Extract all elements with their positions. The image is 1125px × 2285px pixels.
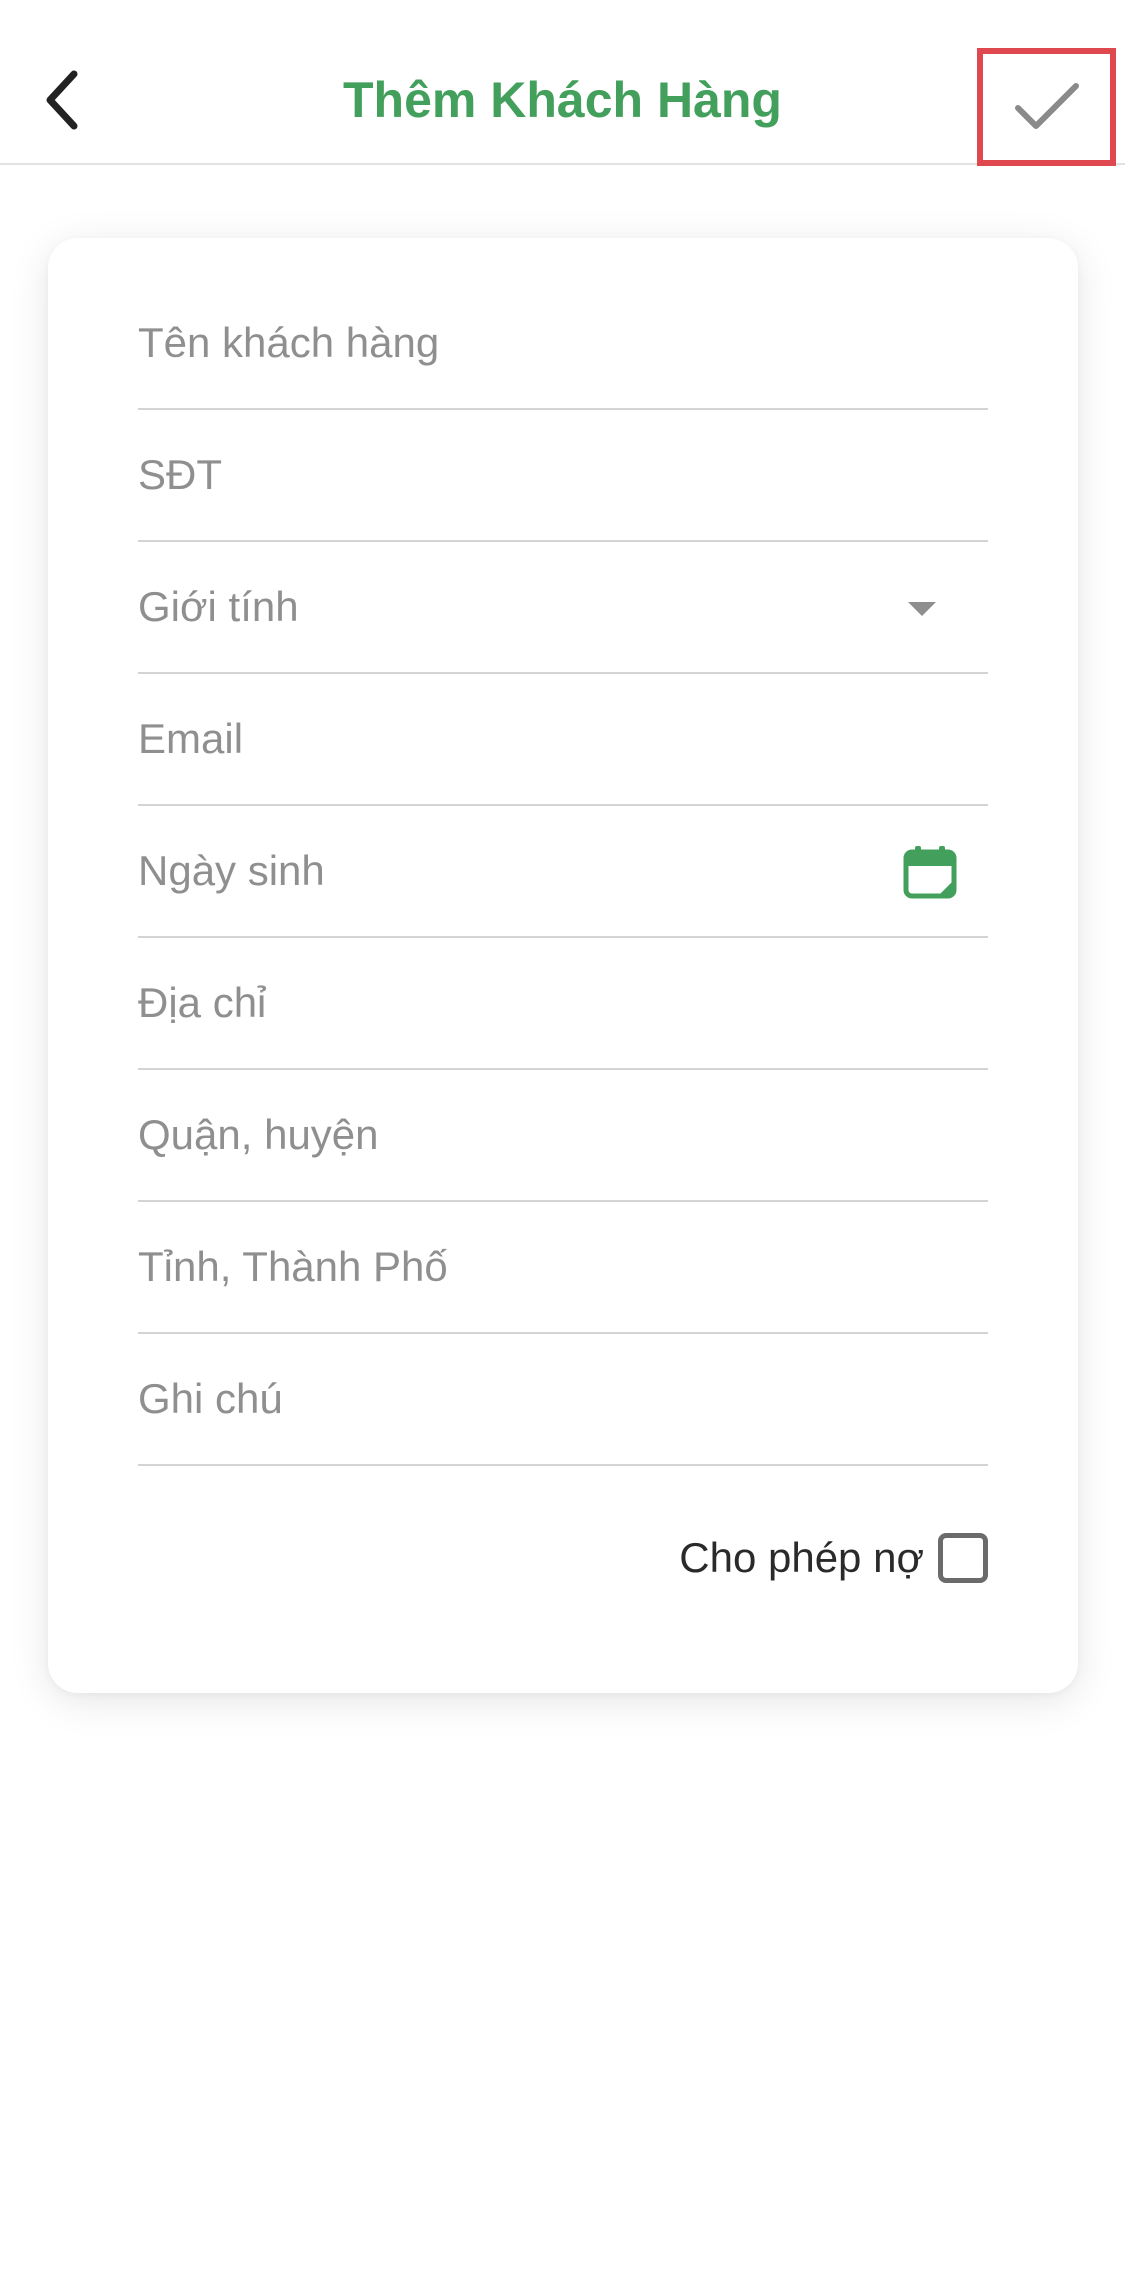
customer-name-field [138, 278, 988, 410]
checkmark-icon [1014, 83, 1079, 129]
address-field [138, 938, 988, 1070]
birthday-input[interactable] [138, 806, 898, 936]
address-input[interactable] [138, 938, 898, 1068]
phone-input[interactable] [138, 410, 898, 540]
allow-debt-row[interactable]: Cho phép nợ [679, 1528, 988, 1588]
gender-select[interactable] [138, 542, 898, 672]
calendar-icon[interactable] [902, 844, 958, 900]
district-input[interactable] [138, 1070, 898, 1200]
customer-form-card: Cho phép nợ [48, 238, 1078, 1693]
gender-field[interactable] [138, 542, 988, 674]
email-field [138, 674, 988, 806]
birthday-field [138, 806, 988, 938]
district-field [138, 1070, 988, 1202]
note-field [138, 1334, 988, 1466]
caret-down-icon[interactable] [908, 602, 936, 616]
allow-debt-label: Cho phép nợ [679, 1534, 924, 1581]
save-button[interactable] [977, 48, 1116, 166]
customer-name-input[interactable] [138, 278, 898, 408]
allow-debt-checkbox[interactable] [938, 1533, 988, 1583]
email-input[interactable] [138, 674, 898, 804]
page-title: Thêm Khách Hàng [343, 72, 782, 128]
top-app-bar: Thêm Khách Hàng [0, 0, 1125, 166]
province-input[interactable] [138, 1202, 898, 1332]
province-field [138, 1202, 988, 1334]
phone-field [138, 410, 988, 542]
note-input[interactable] [138, 1334, 898, 1464]
